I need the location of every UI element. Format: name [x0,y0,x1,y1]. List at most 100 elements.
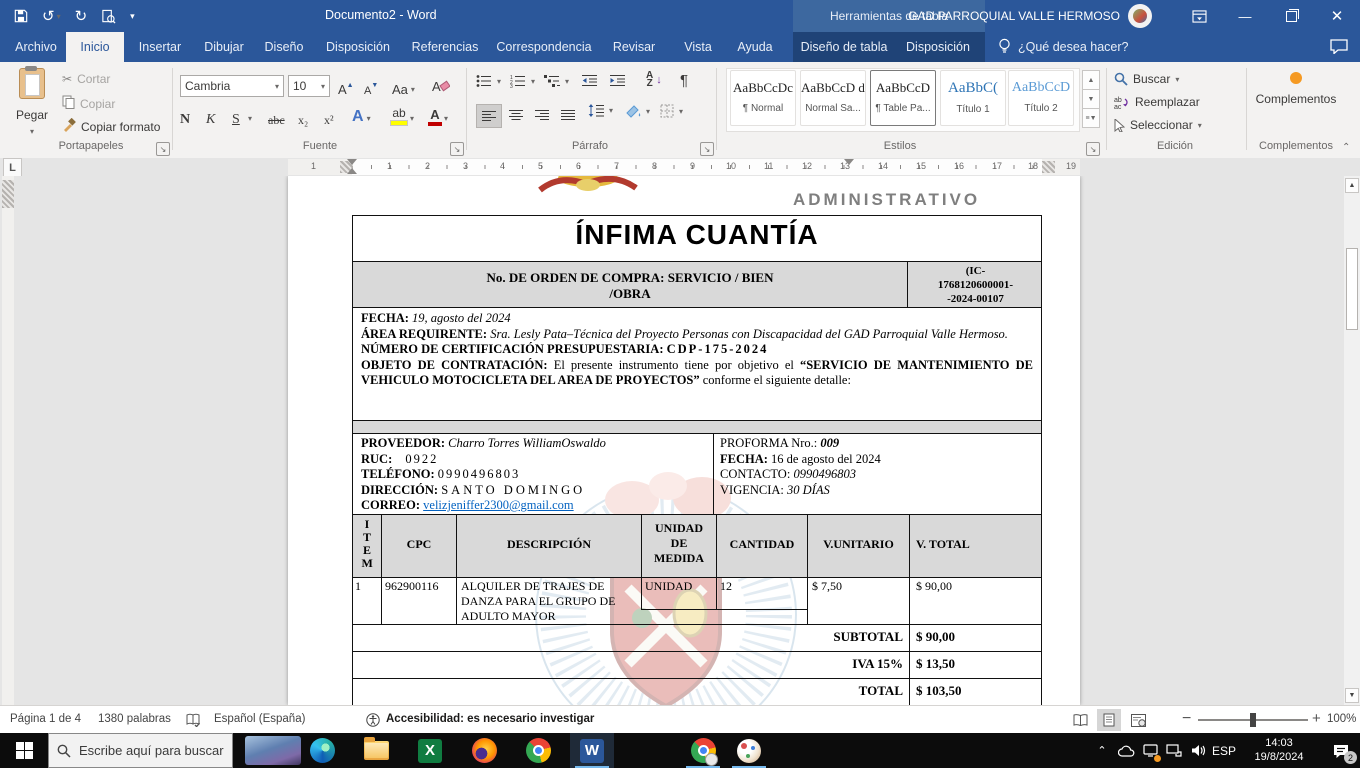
onedrive-cloud-icon[interactable] [1114,733,1138,768]
taskbar-firefox[interactable] [462,733,506,768]
replace-button[interactable]: abac Reemplazar [1114,95,1200,109]
shading-button[interactable]: ▾ [626,104,650,118]
bullets-button[interactable]: ▾ [476,74,501,88]
correo-link[interactable]: velizjeniffer2300@gmail.com [423,498,573,512]
font-color-button[interactable]: A ▾ [428,102,448,126]
web-layout-icon[interactable] [1126,709,1150,731]
taskbar-clock[interactable]: 14:03 19/8/2024 [1248,736,1310,764]
table-row-order[interactable]: No. DE ORDEN DE COMPRA: SERVICIO / BIEN … [352,261,1042,308]
cut-button[interactable]: ✂ Cortar [62,72,110,86]
taskbar-edge[interactable] [300,733,344,768]
accessibility-status[interactable]: Accesibilidad: es necesario investigar [386,713,594,725]
paste-button[interactable]: Pegar ▾ [10,68,54,136]
superscript-button[interactable]: x² [324,104,334,128]
account-area[interactable]: GAD PARROQUIAL VALLE HERMOSO [908,0,1152,32]
collapse-ribbon-icon[interactable]: ⌃ [1342,142,1350,153]
taskbar-word-active[interactable]: W [570,733,614,768]
line-spacing-button[interactable]: ▾ [588,104,613,117]
cell-indent-marker[interactable] [844,159,854,165]
feedback-comment-icon[interactable] [1330,39,1348,57]
align-right-button[interactable] [530,104,554,126]
align-left-button[interactable] [476,104,502,128]
numbering-button[interactable]: 123 ▾ [510,74,535,88]
scrollbar-thumb[interactable] [1346,248,1358,330]
find-button[interactable]: Buscar▾ [1114,72,1179,86]
minimize-button[interactable]: — [1222,0,1268,32]
avatar[interactable] [1128,4,1152,28]
font-name-combobox[interactable]: Cambria▾ [180,75,284,97]
page-indicator[interactable]: Página 1 de 4 [10,713,81,725]
table-row-title[interactable]: ÍNFIMA CUANTÍA [352,215,1042,262]
copy-button[interactable]: Copiar [62,95,115,112]
print-preview-icon[interactable] [101,9,116,24]
zoom-in-icon[interactable]: + [1312,710,1321,727]
align-center-button[interactable] [504,104,528,126]
scroll-up-icon[interactable]: ▲ [1345,178,1359,193]
accessibility-icon[interactable] [366,713,380,730]
font-dialog-launcher-icon[interactable]: ↘ [450,142,464,156]
styles-scroll-down-icon[interactable]: ▼ [1082,89,1100,109]
change-case-button[interactable]: Aa▾ [392,73,415,97]
shrink-font-button[interactable]: A▼ [364,73,378,97]
subscript-button[interactable]: x₂ [298,104,308,128]
vertical-ruler[interactable] [2,176,14,705]
addins-button[interactable]: Complementos [1252,72,1340,106]
vertical-scrollbar[interactable]: ▲ ▼ [1344,176,1360,705]
justify-button[interactable] [556,104,580,126]
styles-dialog-launcher-icon[interactable]: ↘ [1086,142,1100,156]
task-view-thumbnail[interactable] [245,736,301,765]
word-count[interactable]: 1380 palabras [98,713,171,725]
style-titulo-1[interactable]: AaBbC( Título 1 [940,70,1006,126]
customize-qat-icon[interactable]: ▾ [130,11,135,22]
bold-button[interactable]: N [180,104,190,128]
table-row-subtotal[interactable]: SUBTOTAL $ 90,00 [352,624,1042,652]
tab-stop-selector[interactable]: L [3,158,22,177]
table-row-items-header[interactable]: ITEM CPC DESCRIPCIÓN UNIDAD DE MEDIDA CA… [352,514,1042,578]
grow-font-button[interactable]: A▲ [338,73,354,97]
ribbon-display-options-icon[interactable] [1176,0,1222,32]
taskbar-excel[interactable]: X [408,733,452,768]
tell-me-box[interactable]: ¿Qué desea hacer? [998,32,1129,62]
restore-button[interactable] [1268,0,1314,32]
taskbar-chrome[interactable] [516,733,560,768]
text-effects-button[interactable]: A▾ [352,102,371,126]
format-painter-button[interactable]: Copiar formato [62,118,160,135]
hanging-indent-marker[interactable] [347,168,357,174]
zoom-slider-thumb[interactable] [1250,713,1256,727]
redo-icon[interactable]: ↻ [75,7,88,25]
increase-indent-button[interactable] [610,74,625,87]
table-row-total[interactable]: TOTAL $ 103,50 [352,678,1042,705]
tab-ayuda[interactable]: Ayuda [728,32,782,62]
table-row-item-1[interactable]: 1 962900116 ALQUILER DE TRAJES DE DANZA … [352,577,1042,625]
italic-button[interactable]: K [206,104,215,128]
document-page[interactable]: ADMINISTRATIVO ÍNFIMA CUANTÍA No. DE ORD… [288,176,1080,705]
close-button[interactable]: ✕ [1314,0,1360,32]
underline-caret-icon[interactable]: ▾ [248,114,252,123]
read-mode-icon[interactable] [1068,709,1092,731]
table-row-proveedor[interactable]: PROVEEDOR: Charro Torres WilliamOswaldo … [352,433,1042,515]
zoom-slider[interactable] [1198,719,1308,721]
table-row-iva[interactable]: IVA 15% $ 13,50 [352,651,1042,679]
tab-vista[interactable]: Vista [674,32,722,62]
style-normal-sa[interactable]: AaBbCcD dE Normal Sa... [800,70,866,126]
start-button[interactable] [0,733,48,768]
proofing-icon[interactable] [186,713,200,730]
language-indicator[interactable]: ESP [1212,744,1236,758]
decrease-indent-button[interactable] [582,74,597,87]
taskbar-chrome-profile[interactable] [681,733,725,768]
font-size-combobox[interactable]: 10▾ [288,75,330,97]
tab-disposicion[interactable]: Disposición [316,32,400,62]
clipboard-dialog-launcher-icon[interactable]: ↘ [156,142,170,156]
language-indicator[interactable]: Español (España) [214,713,305,725]
first-line-indent-marker[interactable] [347,159,357,165]
style-table-paragraph[interactable]: AaBbCcD ¶ Table Pa... [870,70,936,126]
show-paragraph-marks-button[interactable]: ¶ [680,72,688,89]
tab-diseno[interactable]: Diseño [256,32,312,62]
network-icon[interactable] [1162,733,1186,768]
horizontal-ruler[interactable]: 1 1 2 3 4 5 6 7 8 9 10 11 12 13 14 15 16… [288,159,1080,175]
document-area[interactable]: ADMINISTRATIVO ÍNFIMA CUANTÍA No. DE ORD… [0,176,1360,705]
tab-dibujar[interactable]: Dibujar [196,32,252,62]
alert-device-icon[interactable] [1138,733,1162,768]
taskbar-paint[interactable] [727,733,771,768]
highlight-color-button[interactable]: ab ▾ [390,102,414,126]
